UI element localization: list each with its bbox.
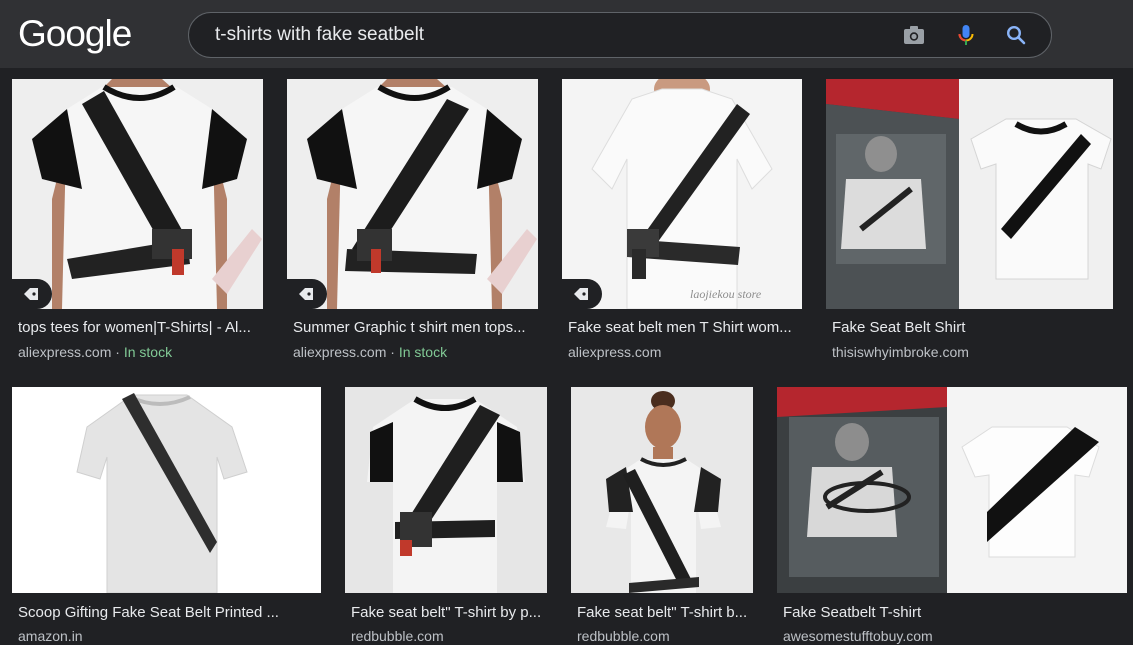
stock-status: In stock xyxy=(398,344,448,360)
result-thumbnail[interactable] xyxy=(777,387,1127,593)
result-title[interactable]: Fake Seat Belt Shirt xyxy=(832,319,1112,337)
result-title[interactable]: Scoop Gifting Fake Seat Belt Printed ... xyxy=(18,604,318,622)
result-source: amazon.in xyxy=(18,627,83,645)
search-input[interactable]: t-shirts with fake seatbelt xyxy=(215,13,424,57)
camera-icon[interactable] xyxy=(902,23,926,47)
result-source: redbubble.com xyxy=(577,627,670,645)
result-thumbnail[interactable] xyxy=(345,387,547,593)
source-domain: aliexpress.com xyxy=(18,344,112,360)
source-separator: · xyxy=(386,344,399,360)
result-title[interactable]: tops tees for women|T-Shirts| - Al... xyxy=(18,319,264,337)
tag-icon xyxy=(573,287,589,301)
result-thumbnail[interactable] xyxy=(12,387,321,593)
source-domain: aliexpress.com xyxy=(568,344,662,360)
result-source: awesomestufftobuy.com xyxy=(783,627,933,645)
result-thumbnail[interactable] xyxy=(826,79,1113,309)
source-domain: thisiswhyimbroke.com xyxy=(832,344,969,360)
result-source: aliexpress.com · In stock xyxy=(18,343,172,361)
source-domain: redbubble.com xyxy=(351,628,444,644)
tag-icon xyxy=(298,287,314,301)
result-title[interactable]: Summer Graphic t shirt men tops... xyxy=(293,319,539,337)
result-source: thisiswhyimbroke.com xyxy=(832,343,969,361)
image-result[interactable]: laojiekou store Fake seat belt men T Shi… xyxy=(562,79,803,369)
image-result[interactable]: Summer Graphic t shirt men tops... aliex… xyxy=(287,79,539,369)
result-thumbnail[interactable] xyxy=(571,387,753,593)
image-watermark: laojiekou store xyxy=(690,287,762,301)
shopping-tag-badge xyxy=(562,279,602,309)
source-separator: · xyxy=(111,344,124,360)
image-result[interactable]: Fake seat belt" T-shirt by p... redbubbl… xyxy=(345,387,548,644)
result-thumbnail[interactable]: laojiekou store xyxy=(562,79,802,309)
stock-status: In stock xyxy=(123,344,173,360)
search-box[interactable]: t-shirts with fake seatbelt xyxy=(188,12,1052,58)
tag-icon xyxy=(23,287,39,301)
search-icon[interactable] xyxy=(1004,23,1028,47)
image-result[interactable]: tops tees for women|T-Shirts| - Al... al… xyxy=(12,79,264,369)
source-domain: amazon.in xyxy=(18,628,83,644)
google-logo[interactable]: Google xyxy=(18,14,132,54)
shopping-tag-badge xyxy=(287,279,327,309)
image-result[interactable]: Scoop Gifting Fake Seat Belt Printed ...… xyxy=(12,387,322,644)
image-result[interactable]: Fake Seat Belt Shirt thisiswhyimbroke.co… xyxy=(826,79,1114,369)
result-source: redbubble.com xyxy=(351,627,444,645)
result-source: aliexpress.com · In stock xyxy=(293,343,447,361)
image-result[interactable]: Fake Seatbelt T-shirt awesomestufftobuy.… xyxy=(777,387,1128,644)
result-source: aliexpress.com xyxy=(568,343,661,361)
microphone-icon[interactable] xyxy=(954,23,978,47)
result-title[interactable]: Fake seat belt" T-shirt by p... xyxy=(351,604,547,622)
result-title[interactable]: Fake seat belt men T Shirt wom... xyxy=(568,319,804,337)
result-thumbnail[interactable] xyxy=(12,79,263,309)
source-domain: awesomestufftobuy.com xyxy=(783,628,933,644)
source-domain: redbubble.com xyxy=(577,628,670,644)
result-title[interactable]: Fake Seatbelt T-shirt xyxy=(783,604,1123,622)
search-header: Google t-shirts with fake seatbelt xyxy=(0,0,1133,68)
shopping-tag-badge xyxy=(12,279,52,309)
result-title[interactable]: Fake seat belt" T-shirt b... xyxy=(577,604,753,622)
source-domain: aliexpress.com xyxy=(293,344,387,360)
image-result[interactable]: Fake seat belt" T-shirt b... redbubble.c… xyxy=(571,387,754,644)
result-thumbnail[interactable] xyxy=(287,79,538,309)
